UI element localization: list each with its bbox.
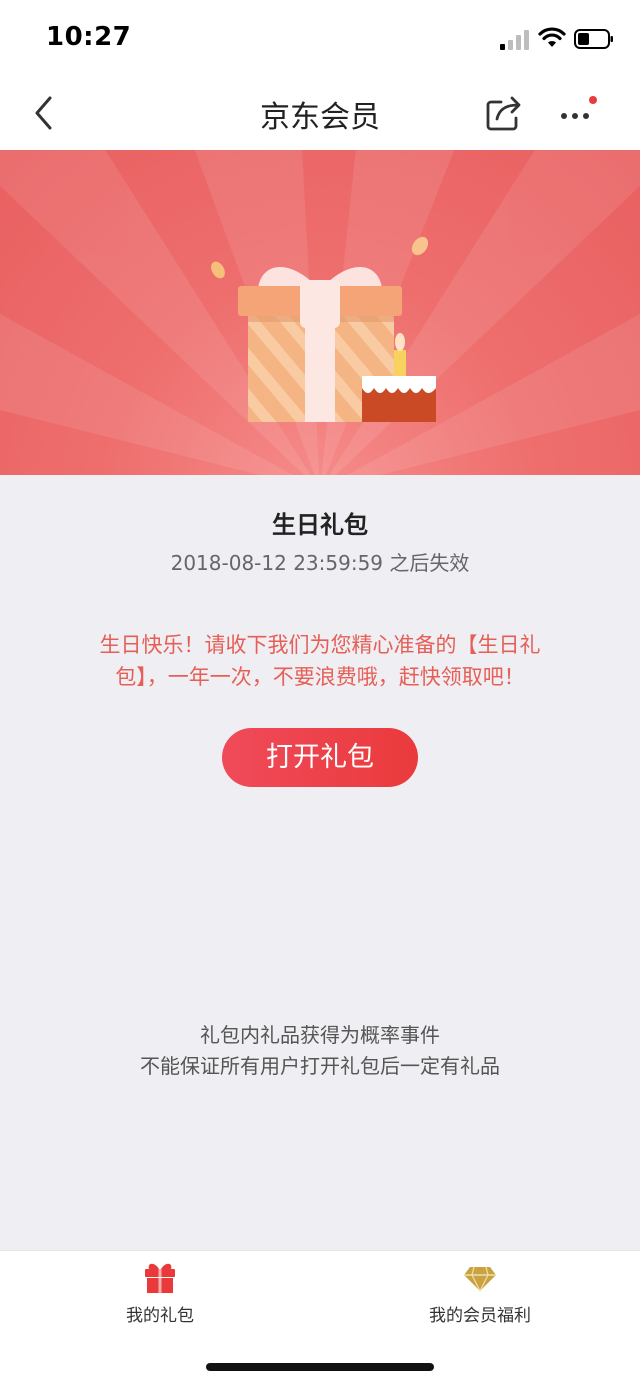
share-icon[interactable] [485, 94, 523, 132]
battery-icon [574, 29, 613, 49]
diamond-icon [464, 1266, 496, 1293]
navigation-bar: 京东会员 [0, 78, 640, 150]
tab-label-member-benefits: 我的会员福利 [429, 1306, 531, 1326]
wifi-icon [538, 27, 566, 47]
birthday-message: 生日快乐！请收下我们为您精心准备的【生日礼包】，一年一次，不要浪费哦，赶快领取吧… [99, 633, 541, 689]
notice-line-2: 不能保证所有用户打开礼包后一定有礼品 [140, 1054, 500, 1078]
page-title: 京东会员 [260, 100, 380, 135]
status-time: 10:27 [46, 22, 132, 52]
gift-icon [145, 1263, 175, 1293]
birthday-banner [0, 150, 640, 475]
bottom-tab-bar: 我的礼包 我的会员福利 [0, 1250, 640, 1387]
status-bar: 10:27 [0, 0, 640, 78]
tab-member-benefits[interactable]: 我的会员福利 [380, 1259, 580, 1326]
gift-box-illustration [0, 150, 640, 475]
gift-content: 生日礼包 2018-08-12 23:59:59 之后失效 生日快乐！请收下我们… [0, 475, 640, 1250]
open-gift-button[interactable]: 打开礼包 [222, 728, 418, 787]
more-icon[interactable] [556, 94, 600, 132]
expiry-text: 2018-08-12 23:59:59 之后失效 [170, 551, 470, 575]
tab-my-gifts[interactable]: 我的礼包 [60, 1259, 260, 1326]
gift-title: 生日礼包 [272, 511, 368, 539]
probability-notice: 礼包内礼品获得为概率事件 不能保证所有用户打开礼包后一定有礼品 [0, 1020, 640, 1082]
home-indicator [206, 1363, 434, 1371]
tab-label-my-gifts: 我的礼包 [126, 1306, 194, 1326]
notice-line-1: 礼包内礼品获得为概率事件 [200, 1023, 440, 1047]
cellular-signal-icon [500, 30, 529, 50]
